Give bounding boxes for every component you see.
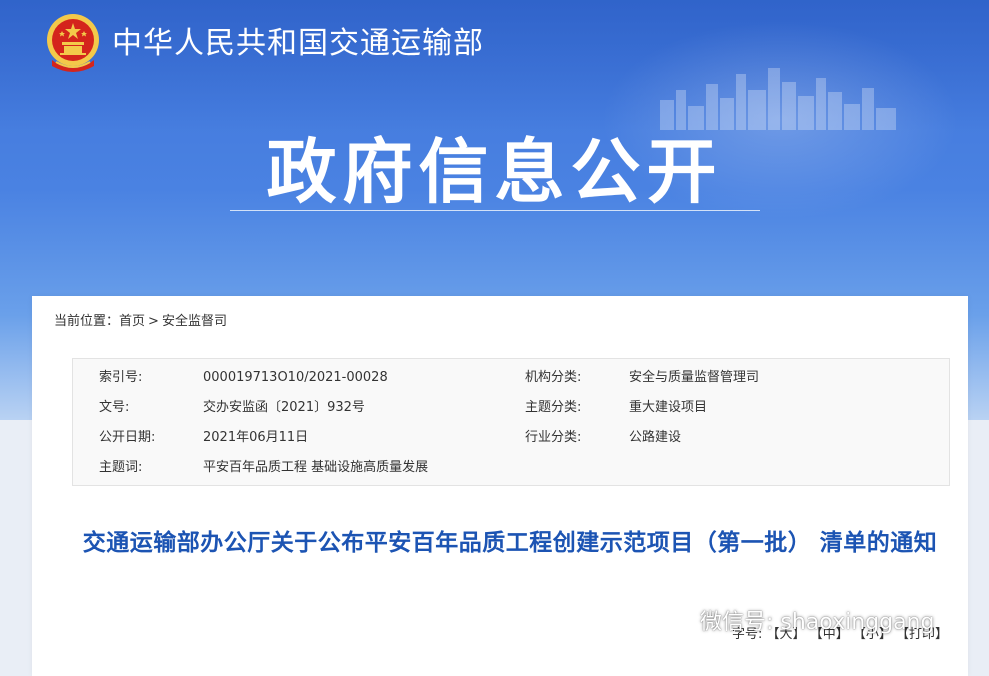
industry-classification-label: 行业分类:: [525, 430, 582, 445]
topic-classification-value: 重大建设项目: [629, 400, 708, 415]
watermark-text: 微信号: shaoxinggang: [700, 610, 935, 635]
organization-value: 安全与质量监督管理司: [629, 370, 760, 385]
document-number-label: 文号:: [99, 400, 130, 415]
ministry-name: 中华人民共和国交通运输部: [112, 26, 484, 61]
document-title: 交通运输部办公厅关于公布平安百年品质工程创建示范项目（第一批） 清单的通知: [82, 530, 938, 556]
national-emblem-icon: [47, 14, 99, 72]
breadcrumb-separator: >: [148, 314, 159, 329]
city-skyline-graphic: [660, 68, 896, 130]
wechat-watermark: 微信号: shaoxinggang: [666, 604, 934, 636]
breadcrumb: 当前位置：首页 > 安全监督司: [54, 312, 227, 332]
topic-classification-label: 主题分类:: [525, 400, 582, 415]
index-number-label: 索引号:: [99, 370, 143, 385]
breadcrumb-prefix: 当前位置：: [54, 314, 120, 329]
breadcrumb-current-link[interactable]: 安全监督司: [162, 314, 227, 329]
keywords-value: 平安百年品质工程 基础设施高质量发展: [203, 460, 429, 475]
document-metadata-table: 索引号: 000019713O10/2021-00028 机构分类: 安全与质量…: [72, 358, 950, 486]
index-number-value: 000019713O10/2021-00028: [203, 370, 388, 385]
keywords-label: 主题词:: [99, 460, 143, 475]
breadcrumb-home-link[interactable]: 首页: [119, 314, 145, 329]
document-number-value: 交办安监函〔2021〕932号: [203, 400, 365, 415]
page-title: 政府信息公开: [266, 131, 723, 213]
wechat-icon: [666, 609, 694, 631]
industry-classification-value: 公路建设: [629, 430, 682, 445]
organization-label: 机构分类:: [525, 370, 582, 385]
title-underline: [230, 210, 760, 211]
publish-date-value: 2021年06月11日: [203, 430, 309, 445]
publish-date-label: 公开日期:: [99, 430, 156, 445]
